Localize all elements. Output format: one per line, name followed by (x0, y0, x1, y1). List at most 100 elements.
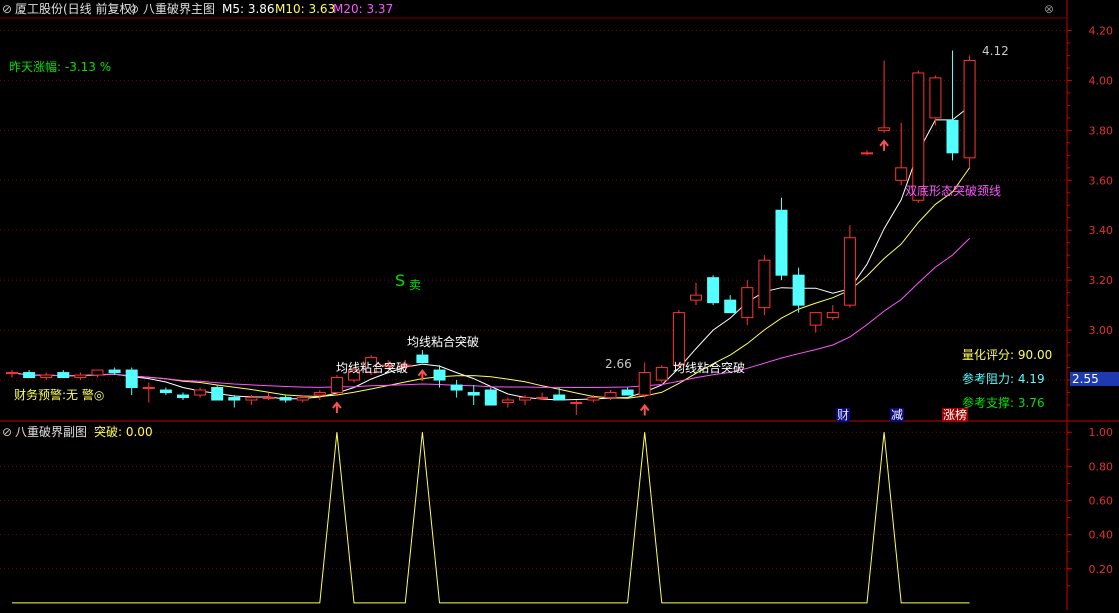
candle (879, 60, 890, 132)
candle-body (502, 400, 513, 402)
candle-body (246, 398, 257, 400)
ma10-line (12, 168, 970, 399)
candle-body (434, 370, 445, 380)
main-y-tick-label: 3.60 (1089, 174, 1114, 187)
candle (622, 388, 633, 395)
sub-y-tick-label: 0.20 (1089, 563, 1114, 576)
candle (776, 198, 787, 280)
candle-body (331, 378, 342, 393)
candle (793, 268, 804, 313)
stock-title: 厦工股份(日线 前复权) (15, 2, 136, 16)
badge-finance[interactable]: 财 (836, 408, 850, 422)
candle (913, 70, 924, 202)
main-y-tick-label: 3.20 (1089, 274, 1114, 287)
candle-body (451, 385, 462, 390)
sub-y-tick-label: 0.80 (1089, 460, 1114, 473)
quant-score: 量化评分: 90.00 (962, 348, 1052, 362)
candle (708, 275, 719, 305)
ma10-label: M10: 3.63 (275, 2, 335, 16)
sub-value-label: 突破: 0.00 (94, 425, 153, 439)
candle-body (297, 398, 308, 400)
breakout-arrow-icon (641, 406, 649, 416)
annotation-ma-breakout-1: 均线粘合突破 (336, 361, 408, 375)
candle (810, 313, 821, 333)
candle-body (554, 395, 565, 400)
annotation-ma-breakout-2: 均线粘合突破 (407, 335, 479, 349)
candle (691, 283, 702, 305)
candle-body (639, 373, 650, 395)
main-y-tick-label: 3.40 (1089, 224, 1114, 237)
candle-body (41, 375, 52, 377)
badge-limit-up-list[interactable]: 涨榜 (942, 408, 968, 422)
candle-body (229, 398, 240, 400)
ma5-label: M5: 3.86 (222, 2, 275, 16)
main-y-tick-label: 4.20 (1089, 24, 1114, 37)
candle-body (280, 398, 291, 400)
candle-body (964, 60, 975, 157)
candle-body (468, 393, 479, 395)
candle (417, 350, 428, 362)
candle-body (622, 390, 633, 395)
main-y-tick-label: 3.80 (1089, 124, 1114, 137)
candle (964, 55, 975, 167)
candle (160, 388, 171, 395)
candle-body (879, 128, 890, 130)
candle-body (708, 278, 719, 303)
sub-collapse-icon[interactable]: ⊘ (2, 425, 12, 439)
low-price-mark: 2.66 (605, 357, 632, 371)
candle (41, 373, 52, 380)
candle (58, 370, 69, 377)
high-price-mark: 4.12 (982, 44, 1009, 58)
candle-body (656, 368, 667, 380)
ref-resistance: 参考阻力: 4.19 (962, 372, 1045, 386)
sub-y-tick-label: 0.40 (1089, 529, 1114, 542)
candle (502, 398, 513, 408)
candle (725, 295, 736, 312)
candle (896, 123, 907, 185)
main-y-tick-label: 3.00 (1089, 324, 1114, 337)
ma20-label: M20: 3.37 (333, 2, 393, 16)
collapse-icon[interactable]: ⊘ (2, 2, 12, 16)
price-tag: 2.55 (1070, 372, 1119, 386)
candle (827, 305, 838, 320)
breakout-arrow-icon (880, 141, 888, 151)
annotation-double-bottom: 双底形态突破颈线 (905, 184, 1001, 198)
candle-body (92, 370, 103, 375)
candle (280, 395, 291, 402)
candle (639, 363, 650, 398)
candle (673, 310, 684, 365)
candle-body (913, 73, 924, 200)
candle-body (75, 375, 86, 377)
candle (7, 370, 18, 377)
sell-signal-text: 卖 (409, 278, 421, 292)
candle-body (520, 398, 531, 400)
annotation-ma-breakout-3: 均线粘合突破 (673, 361, 745, 375)
sub-y-tick-label: 1.00 (1089, 426, 1114, 439)
candle (331, 375, 342, 395)
candle (844, 225, 855, 307)
candle-body (776, 210, 787, 275)
candle (314, 390, 325, 400)
badge-reduce[interactable]: 减 (890, 408, 904, 422)
candle (75, 373, 86, 380)
candle (571, 400, 582, 415)
candle-body (673, 313, 684, 365)
window-close-icon[interactable]: ⊗ (1044, 2, 1054, 16)
candle-body (571, 403, 582, 404)
candle (263, 393, 274, 400)
candle-body (160, 390, 171, 392)
candle (212, 385, 223, 400)
candle (24, 370, 35, 377)
candle-body (263, 398, 274, 399)
indicator-collapse-icon[interactable]: ⊘ (129, 2, 139, 16)
ma5-line (12, 106, 970, 400)
candle (554, 388, 565, 400)
candle (930, 75, 941, 125)
candle-body (827, 313, 838, 318)
candle-body (485, 390, 496, 405)
sub-indicator-name: 八重破界副图 (15, 425, 87, 439)
candle (195, 388, 206, 398)
candle-body (930, 78, 941, 118)
indicator-name: 八重破界主图 (143, 2, 215, 16)
candle (143, 383, 154, 403)
